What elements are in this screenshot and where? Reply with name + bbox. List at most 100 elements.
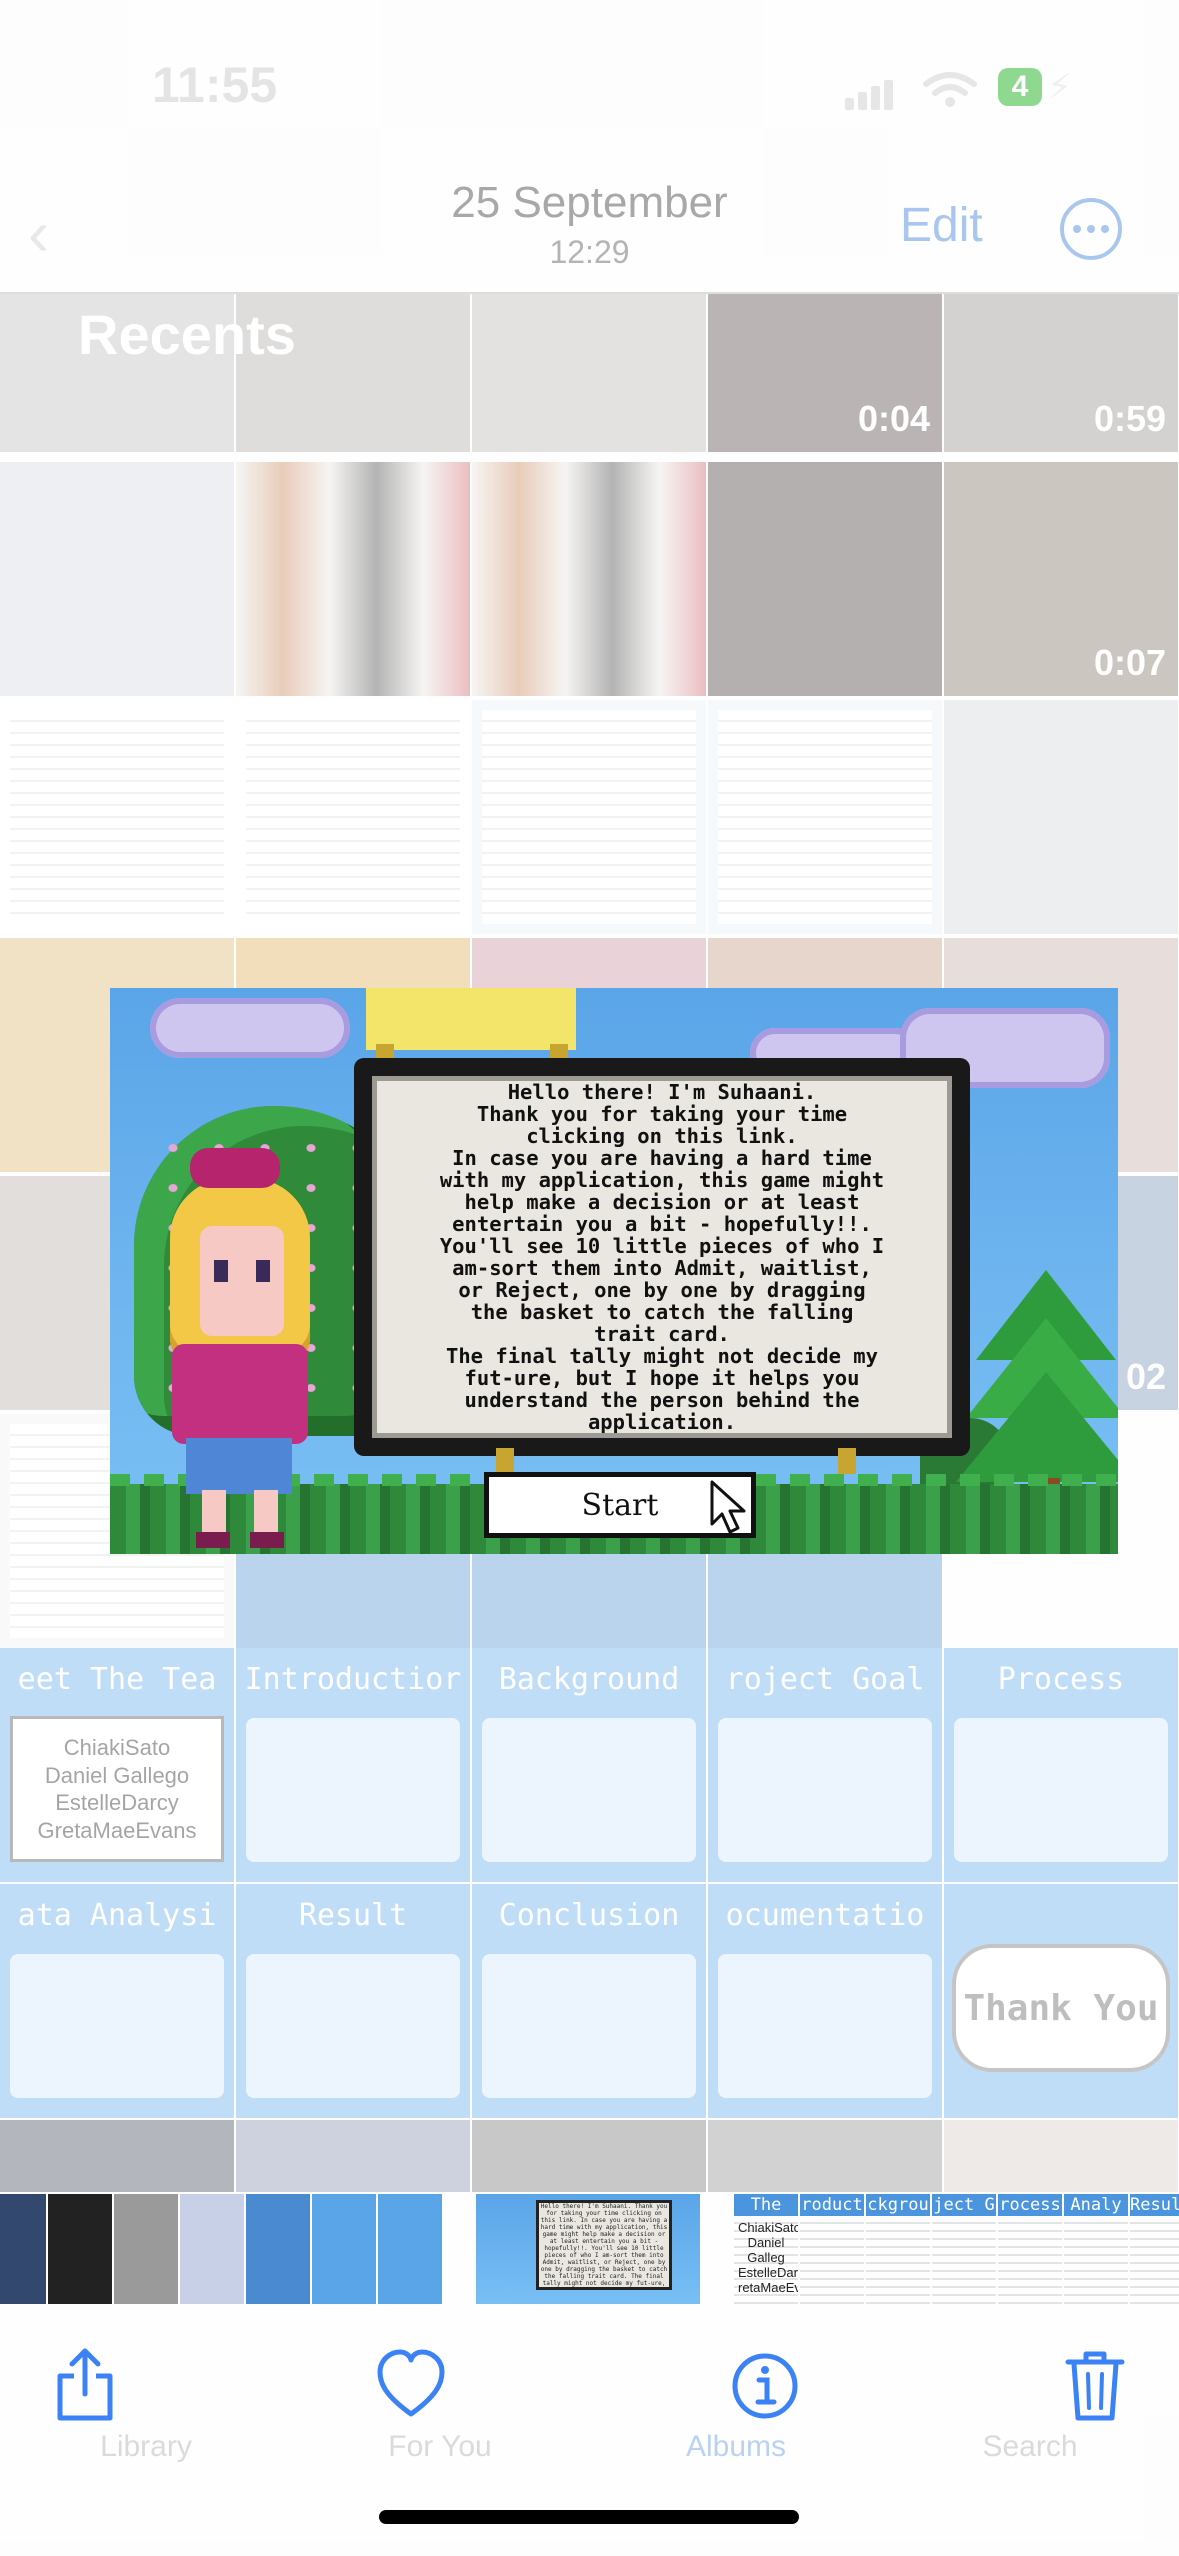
- trash-icon[interactable]: [1060, 2344, 1130, 2424]
- photo-thumbnail[interactable]: [236, 462, 470, 696]
- slide-thumbnail[interactable]: Introductior: [236, 1648, 470, 1882]
- slide-title: eet The Tea: [17, 1662, 217, 1697]
- team-name: Daniel Gallego: [44, 1762, 190, 1788]
- strip-title: roduct: [800, 2194, 864, 2216]
- strip-title: ject G: [932, 2194, 996, 2216]
- video-thumbnail[interactable]: 0:07: [944, 462, 1178, 696]
- strip-team-name: retaMaeEvan: [738, 2280, 798, 2295]
- home-indicator[interactable]: [379, 2510, 799, 2524]
- cursor-icon: [710, 1480, 746, 1534]
- filmstrip-slide[interactable]: Resul: [1130, 2194, 1179, 2304]
- slide-thumbnail[interactable]: Result: [236, 1884, 470, 2118]
- pixel-character: [140, 1148, 320, 1548]
- edit-button[interactable]: Edit: [900, 198, 983, 253]
- video-thumbnail[interactable]: 0:59: [944, 292, 1178, 452]
- photo-thumbnail[interactable]: [472, 700, 706, 934]
- slide-thumbnail[interactable]: roject Goal: [708, 1648, 942, 1882]
- team-names: ChiakiSato Daniel Gallego EstelleDarcy G…: [10, 1716, 224, 1862]
- slide-thumbnail[interactable]: Thank You: [944, 1884, 1178, 2118]
- strip-team-names: ChiakiSato Daniel Galleg EstelleDarcy re…: [734, 2216, 798, 2304]
- tab-library: Library: [100, 2430, 192, 2463]
- filmstrip-slide[interactable]: ject G: [932, 2194, 996, 2304]
- filmstrip-thumb[interactable]: [246, 2194, 310, 2304]
- filmstrip-thumb[interactable]: [378, 2194, 442, 2304]
- photo-thumbnail[interactable]: [472, 2120, 706, 2192]
- photo-thumbnail[interactable]: [236, 2120, 470, 2192]
- header-divider: [0, 292, 1179, 294]
- status-bar: 11:55 4 ⚡: [0, 0, 1179, 170]
- photo-thumbnail[interactable]: [0, 700, 234, 934]
- strip-title: rocess: [998, 2194, 1062, 2216]
- photo-thumbnail[interactable]: [944, 700, 1178, 934]
- team-name: EstelleDarcy: [55, 1790, 179, 1815]
- filmstrip-thumb[interactable]: [180, 2194, 244, 2304]
- video-duration: 0:59: [1093, 398, 1166, 439]
- cloud: [150, 998, 350, 1058]
- filmstrip-slide[interactable]: ckgrou: [866, 2194, 930, 2304]
- photo-thumbnail[interactable]: [0, 462, 234, 696]
- photo-thumbnail[interactable]: [0, 2120, 234, 2192]
- team-name: ChiakiSato: [63, 1735, 171, 1760]
- slide-thumbnail[interactable]: Process: [944, 1648, 1178, 1882]
- strip-team-name: ChiakiSato: [738, 2220, 798, 2235]
- photo-date: 25 September: [451, 178, 728, 227]
- team-name: GretaMaeEvans: [37, 1817, 197, 1843]
- photo-thumbnail[interactable]: [708, 2120, 942, 2192]
- share-icon[interactable]: [50, 2344, 120, 2424]
- slide-thumbnail[interactable]: Conclusion: [472, 1884, 706, 2118]
- slide-title: roject Goal: [725, 1662, 925, 1697]
- slide-title: Introductior: [244, 1662, 462, 1697]
- dialog-text: Hello there! I'm Suhaani. Thank you for …: [439, 1080, 885, 1434]
- photo-thumbnail[interactable]: [708, 462, 942, 696]
- sign-board-top: [366, 988, 576, 1050]
- tab-for-you: For You: [388, 2430, 492, 2463]
- strip-title: The: [734, 2194, 798, 2216]
- slide-thumbnail[interactable]: eet The Tea ChiakiSato Daniel Gallego Es…: [0, 1648, 234, 1882]
- recents-title: Recents: [78, 303, 296, 366]
- filmstrip-thumb[interactable]: [0, 2194, 46, 2304]
- filmstrip-selected-thumb[interactable]: Hello there! I'm Suhaani. Thank you for …: [476, 2194, 700, 2304]
- slide-thumbnail[interactable]: ocumentatio: [708, 1884, 942, 2118]
- slide-title: Background: [498, 1662, 680, 1697]
- filmstrip-slide[interactable]: Analy: [1064, 2194, 1128, 2304]
- slide-title: Result: [298, 1898, 408, 1933]
- status-time: 11:55: [152, 57, 278, 113]
- photo-thumbnail[interactable]: [708, 700, 942, 934]
- slide-title: Process: [997, 1662, 1125, 1697]
- filmstrip-thumb[interactable]: [48, 2194, 112, 2304]
- filmstrip-slide[interactable]: roduct: [800, 2194, 864, 2304]
- photo-thumbnail[interactable]: [944, 2120, 1178, 2192]
- photo-thumbnail[interactable]: [472, 292, 706, 452]
- filmstrip-slide[interactable]: rocess: [998, 2194, 1062, 2304]
- mini-dialog: Hello there! I'm Suhaani. Thank you for …: [536, 2200, 672, 2290]
- tab-search: Search: [982, 2430, 1078, 2463]
- photo-thumbnail[interactable]: [236, 700, 470, 934]
- info-icon[interactable]: [730, 2344, 800, 2424]
- slide-title: ocumentatio: [725, 1898, 925, 1933]
- slide-title: Conclusion: [498, 1898, 680, 1933]
- video-thumbnail[interactable]: 0:04: [708, 292, 942, 452]
- dialog-post: [496, 1448, 514, 1474]
- video-duration: 0:04: [857, 398, 930, 439]
- photo-time: 12:29: [549, 234, 630, 270]
- strip-title: ckgrou: [866, 2194, 930, 2216]
- battery-icon: 4: [998, 68, 1042, 106]
- filmstrip-thumb[interactable]: [114, 2194, 178, 2304]
- slide-thumbnail[interactable]: Background: [472, 1648, 706, 1882]
- ellipsis-circle-icon[interactable]: [1060, 198, 1122, 260]
- charging-icon: ⚡: [1047, 66, 1073, 107]
- filmstrip-slide[interactable]: The ChiakiSato Daniel Galleg EstelleDarc…: [734, 2194, 798, 2304]
- wifi-icon: [923, 72, 977, 107]
- heart-icon[interactable]: [376, 2344, 446, 2424]
- strip-team-name: EstelleDarcy: [738, 2265, 798, 2280]
- video-duration: 02: [1125, 1356, 1166, 1397]
- slide-thumbnail[interactable]: ata Analysi: [0, 1884, 234, 2118]
- thank-you-bubble: Thank You: [952, 1944, 1170, 2072]
- strip-title: Resul: [1130, 2194, 1179, 2216]
- game-screenshot[interactable]: Hello there! I'm Suhaani. Thank you for …: [110, 988, 1118, 1554]
- photo-thumbnail[interactable]: [472, 462, 706, 696]
- filmstrip[interactable]: Hello there! I'm Suhaani. Thank you for …: [0, 2194, 1179, 2304]
- slide-title: ata Analysi: [17, 1898, 217, 1933]
- dialog-box: Hello there! I'm Suhaani. Thank you for …: [354, 1058, 970, 1456]
- filmstrip-thumb[interactable]: [312, 2194, 376, 2304]
